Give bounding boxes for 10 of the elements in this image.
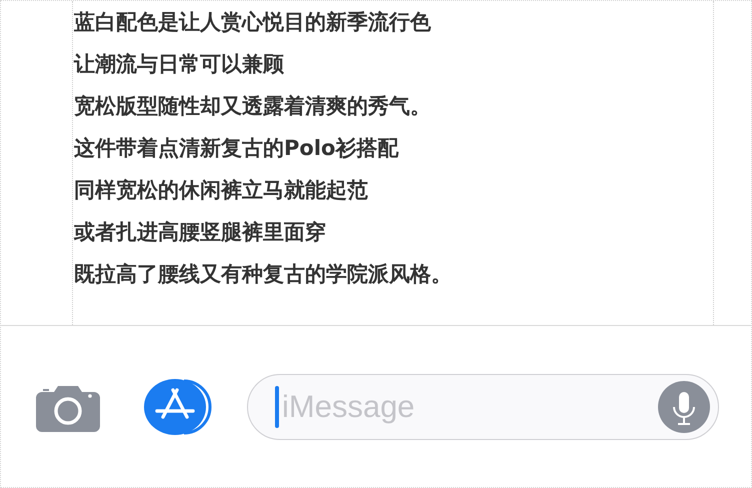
article-line: 既拉高了腰线又有种复古的学院派风格。 [73, 261, 453, 288]
article-line: 或者扎进高腰竖腿裤里面穿 [73, 219, 327, 246]
article-line: 让潮流与日常可以兼顾 [73, 51, 285, 78]
text-cursor [275, 386, 279, 428]
microphone-icon[interactable] [658, 380, 710, 432]
app-store-icon[interactable] [144, 376, 212, 436]
article-line: 同样宽松的休闲裤立马就能起范 [73, 177, 369, 204]
article-line: 宽松版型随性却又透露着清爽的秀气。 [73, 93, 432, 120]
article-line: 这件带着点清新复古的Polo衫搭配 [73, 135, 400, 162]
article-line: 蓝白配色是让人赏心悦目的新季流行色 [73, 9, 432, 36]
